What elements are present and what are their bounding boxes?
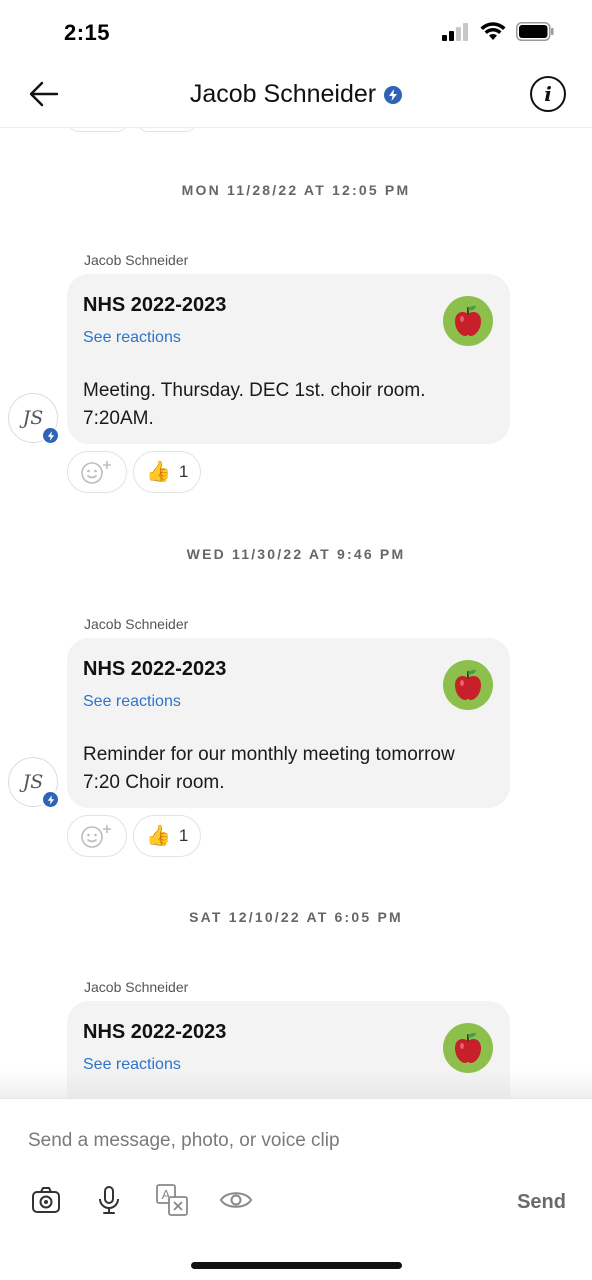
previous-reaction-pill[interactable] (137, 128, 197, 132)
class-avatar (443, 296, 493, 346)
apple-icon (455, 669, 481, 700)
message-body: Meeting. Thursday. DEC 1st. choir room. … (83, 380, 426, 429)
message-bubble[interactable]: NHS 2022-2023 See reactions Meeting. Thu… (67, 274, 510, 444)
thumbs-up-icon: 👍 (146, 825, 171, 847)
info-icon: i (544, 82, 552, 106)
sender-name: Jacob Schneider (84, 252, 189, 268)
add-emoji-icon (81, 825, 111, 848)
class-avatar (443, 1023, 493, 1073)
thumbs-up-icon: 👍 (146, 461, 171, 483)
send-button[interactable]: Send (517, 1191, 566, 1214)
title-wrap: Jacob Schneider (0, 80, 592, 109)
status-time: 2:15 (64, 20, 111, 45)
home-indicator (191, 1262, 402, 1269)
avatar-initials: JS (22, 407, 44, 429)
eye-icon (219, 1192, 253, 1208)
message-body: Reminder for our monthly meeting tomorro… (83, 744, 455, 793)
previous-reaction-pill[interactable] (68, 128, 128, 132)
sender-avatar[interactable]: JS (8, 393, 60, 445)
class-name: NHS 2022-2023 (83, 1021, 227, 1043)
message-input[interactable] (28, 1127, 548, 1155)
apple-icon (455, 1032, 481, 1063)
date-separator: MON 11/28/22 AT 12:05 PM (181, 182, 411, 198)
date-separator: WED 11/30/22 AT 9:46 PM (186, 546, 406, 562)
apple-icon (455, 305, 481, 336)
translate-icon: A (156, 1184, 188, 1216)
verified-badge-icon (41, 790, 60, 809)
verified-badge-icon (41, 426, 60, 445)
preview-button[interactable] (219, 1183, 253, 1217)
reaction-count: 1 (178, 462, 189, 481)
add-reaction-button[interactable] (67, 451, 127, 493)
info-button[interactable]: i (530, 76, 566, 112)
camera-icon (32, 1187, 60, 1213)
message-feed[interactable]: MON 11/28/22 AT 12:05 PM Jacob Schneider… (0, 128, 592, 1098)
see-reactions-link[interactable]: See reactions (83, 693, 181, 711)
verified-badge-icon (384, 85, 403, 104)
sender-name: Jacob Schneider (84, 979, 189, 995)
conversation-title: Jacob Schneider (189, 80, 377, 108)
date-separator: SAT 12/10/22 AT 6:05 PM (189, 909, 403, 925)
sender-avatar[interactable]: JS (8, 757, 60, 809)
message-bubble[interactable]: NHS 2022-2023 See reactions Reminder for… (67, 638, 510, 808)
status-bar: 2:15 (0, 0, 592, 62)
avatar-initials: JS (22, 771, 44, 793)
translate-button[interactable]: A (155, 1183, 189, 1217)
class-name: NHS 2022-2023 (83, 658, 227, 680)
class-avatar (443, 660, 493, 710)
add-emoji-icon (81, 461, 111, 484)
thumbs-up-reaction[interactable]: 👍 1 (133, 815, 201, 857)
add-reaction-button[interactable] (67, 815, 127, 857)
class-name: NHS 2022-2023 (83, 294, 227, 316)
sender-name: Jacob Schneider (84, 616, 189, 632)
signal-icon (442, 22, 468, 41)
message-composer: A Send (0, 1098, 592, 1280)
battery-icon (516, 22, 554, 41)
see-reactions-link[interactable]: See reactions (83, 329, 181, 347)
microphone-button[interactable] (92, 1183, 126, 1217)
conversation-header: Jacob Schneider i (0, 62, 592, 128)
microphone-icon (99, 1186, 119, 1214)
thumbs-up-reaction[interactable]: 👍 1 (133, 451, 201, 493)
reaction-count: 1 (178, 826, 189, 845)
status-icons (442, 22, 554, 41)
wifi-icon (480, 22, 506, 40)
composer-shadow (0, 1070, 592, 1100)
camera-button[interactable] (29, 1183, 63, 1217)
